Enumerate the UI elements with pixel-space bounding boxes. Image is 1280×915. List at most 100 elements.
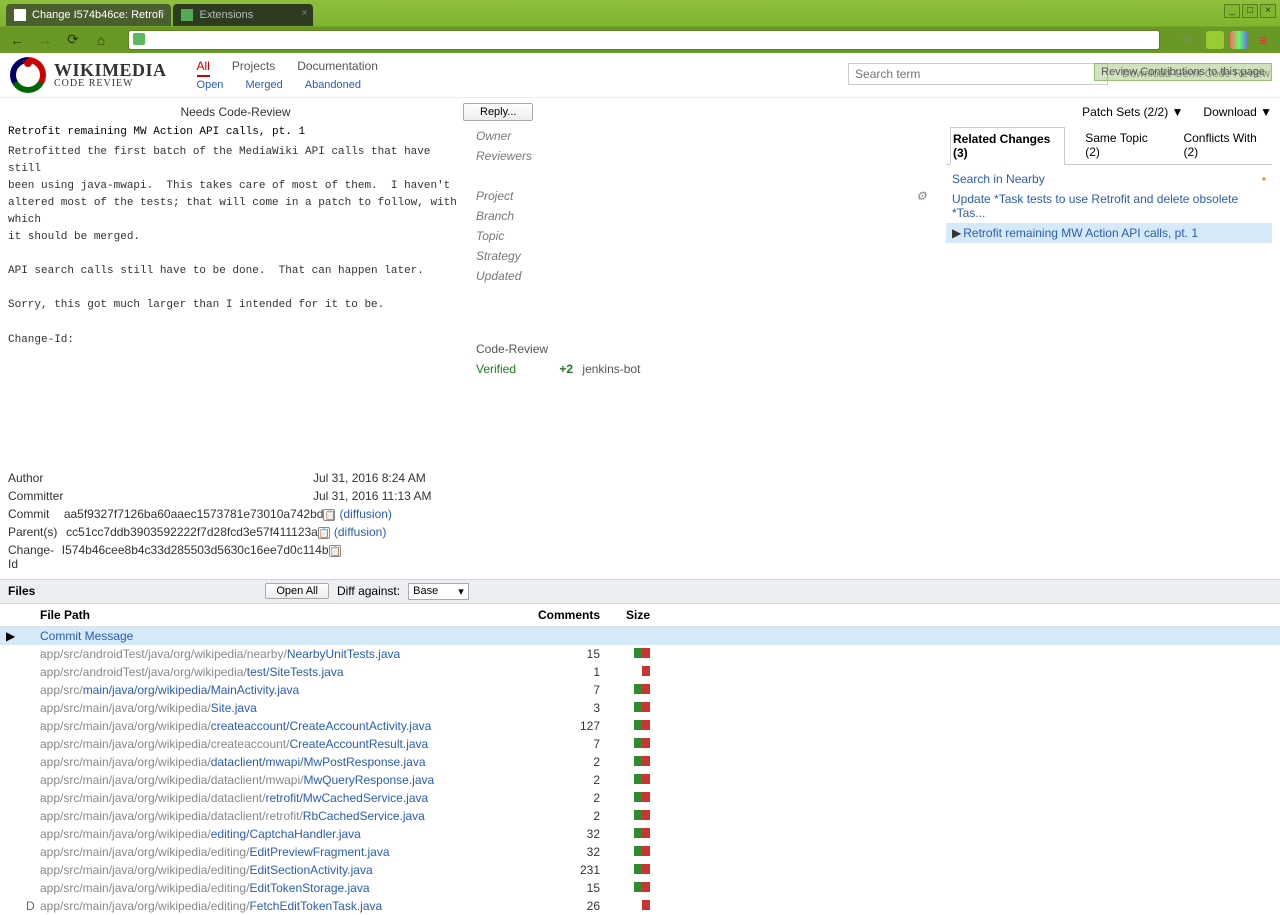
file-row[interactable]: app/src/main/java/org/wikipedia/editing/… [0, 861, 1280, 879]
file-comments: 2 [520, 809, 600, 823]
file-comments: 15 [520, 881, 600, 895]
meta-topic: Topic [476, 229, 556, 243]
del-bar [642, 846, 650, 856]
nav-all[interactable]: All [197, 59, 210, 77]
file-comments: 32 [520, 827, 600, 841]
meta-project: Project [476, 189, 556, 203]
review-status: Needs Code-Review [8, 105, 463, 119]
del-bar [642, 774, 650, 784]
address-bar[interactable] [128, 30, 1160, 50]
file-row[interactable]: app/src/androidTest/java/org/wikipedia/t… [0, 663, 1280, 681]
file-row[interactable]: app/src/main/java/org/wikipedia/dataclie… [0, 789, 1280, 807]
file-row[interactable]: app/src/main/java/org/wikipedia/editing/… [0, 879, 1280, 897]
file-row[interactable]: app/src/main/java/org/wikipedia/createac… [0, 717, 1280, 735]
del-bar [642, 648, 650, 658]
file-row[interactable]: app/src/main/java/org/wikipedia/Site.jav… [0, 699, 1280, 717]
open-all-button[interactable]: Open All [265, 583, 329, 599]
file-row[interactable]: app/src/androidTest/java/org/wikipedia/n… [0, 645, 1280, 663]
minimize-icon[interactable]: _ [1224, 4, 1240, 18]
maximize-icon[interactable]: □ [1242, 4, 1258, 18]
score-label: +2 [559, 362, 573, 376]
file-row[interactable]: app/src/main/java/org/wikipedia/dataclie… [0, 771, 1280, 789]
bot-name: jenkins-bot [582, 362, 640, 376]
nav-documentation[interactable]: Documentation [297, 59, 378, 77]
file-row[interactable]: app/src/main/java/org/wikipedia/createac… [0, 735, 1280, 753]
file-row[interactable]: Dapp/src/main/java/org/wikipedia/editing… [0, 897, 1280, 915]
file-size [600, 791, 650, 805]
home-icon[interactable]: ⌂ [92, 31, 110, 49]
file-row[interactable]: app/src/main/java/org/wikipedia/dataclie… [0, 753, 1280, 771]
search-input[interactable] [848, 63, 1108, 85]
file-path-prefix: app/src/main/java/org/wikipedia/ [40, 755, 211, 769]
file-path-prefix: app/src/main/java/org/wikipedia/editing/ [40, 881, 249, 895]
gear-icon[interactable]: ⚙ [916, 189, 930, 203]
logo[interactable]: WIKIMEDIA CODE REVIEW [10, 57, 167, 93]
file-path-name: MwQueryResponse.java [303, 773, 434, 787]
file-path-name: retrofit/MwCachedService.java [265, 791, 428, 805]
subnav-open[interactable]: Open [197, 79, 224, 91]
file-size [600, 719, 650, 733]
clipboard-icon[interactable]: 📋 [323, 509, 335, 521]
col-size: Size [600, 608, 650, 622]
related-list: Search in Nearby Update *Task tests to u… [946, 169, 1272, 243]
file-path-prefix: app/src/main/java/org/wikipedia/createac… [40, 737, 289, 751]
reload-icon[interactable]: ⟳ [64, 31, 82, 49]
del-bar [642, 684, 650, 694]
code-review-section: Code-Review Verified +2 jenkins-bot [476, 336, 930, 376]
file-path-prefix: app/src/main/java/org/wikipedia/ [40, 719, 211, 733]
extension-icon[interactable] [1206, 31, 1224, 49]
file-row[interactable]: ▶Commit Message [0, 627, 1280, 645]
download-dropdown[interactable]: Download ▼ [1203, 105, 1272, 119]
close-icon[interactable]: × [1260, 4, 1276, 18]
tab-conflicts-with[interactable]: Conflicts With (2) [1181, 127, 1272, 165]
related-item[interactable]: Search in Nearby [946, 169, 1272, 189]
diffusion-link[interactable]: (diffusion) [339, 507, 391, 521]
extension-icon[interactable] [1230, 31, 1248, 49]
add-bar [634, 810, 642, 820]
clipboard-icon[interactable]: 📋 [318, 527, 330, 539]
file-path-prefix: app/src/main/java/org/wikipedia/dataclie… [40, 791, 265, 805]
nav-projects[interactable]: Projects [232, 59, 275, 77]
file-size [600, 827, 650, 841]
file-comments: 2 [520, 773, 600, 787]
favicon [181, 9, 193, 21]
related-item[interactable]: Update *Task tests to use Retrofit and d… [946, 189, 1272, 223]
file-row[interactable]: app/src/main/java/org/wikipedia/dataclie… [0, 807, 1280, 825]
menu-icon[interactable]: ≡ [1254, 31, 1272, 49]
file-row[interactable]: app/src/main/java/org/wikipedia/editing/… [0, 843, 1280, 861]
clipboard-icon[interactable]: 📋 [329, 545, 341, 557]
diffusion-link[interactable]: (diffusion) [334, 525, 386, 539]
meta-list: Owner Reviewers Project⚙ Branch Topic St… [476, 126, 930, 286]
file-row[interactable]: app/src/main/java/org/wikipedia/MainActi… [0, 681, 1280, 699]
subnav-abandoned[interactable]: Abandoned [305, 79, 361, 91]
file-row[interactable]: app/src/main/java/org/wikipedia/editing/… [0, 825, 1280, 843]
nav-bar: ← → ⟳ ⌂ ☆ ≡ [0, 26, 1280, 53]
file-size [600, 845, 650, 859]
main: Needs Code-Review Reply... Patch Sets (2… [0, 98, 1280, 915]
tab-related-changes[interactable]: Related Changes (3) [950, 127, 1065, 165]
tab-same-topic[interactable]: Same Topic (2) [1083, 127, 1163, 165]
file-size [600, 665, 650, 679]
delete-flag: D [26, 899, 35, 913]
file-comments: 2 [520, 755, 600, 769]
browser-tab[interactable]: Extensions × [173, 4, 313, 26]
patchsets-dropdown[interactable]: Patch Sets (2/2) ▼ [1082, 105, 1183, 119]
add-bar [634, 828, 642, 838]
browser-tab[interactable]: Change I574b46ce: Retrofi × [6, 4, 171, 26]
del-bar [642, 738, 650, 748]
arrow-icon: ▶ [6, 629, 15, 643]
close-icon[interactable]: × [160, 8, 166, 19]
add-bar [634, 882, 642, 892]
related-item[interactable]: ▶Retrofit remaining MW Action API calls,… [946, 223, 1272, 243]
close-icon[interactable]: × [302, 8, 308, 19]
file-path-name: FetchEditTokenTask.java [249, 899, 382, 913]
file-path-name: createaccount/CreateAccountActivity.java [211, 719, 432, 733]
file-path-name: dataclient/mwapi/MwPostResponse.java [211, 755, 426, 769]
back-icon[interactable]: ← [8, 31, 26, 49]
subnav-merged[interactable]: Merged [245, 79, 282, 91]
diff-base-select[interactable]: Base▾ [408, 583, 469, 600]
reply-button[interactable]: Reply... [463, 103, 533, 121]
forward-icon[interactable]: → [36, 31, 54, 49]
author-table: AuthorJul 31, 2016 8:24 AM CommitterJul … [8, 469, 463, 573]
star-icon[interactable]: ☆ [1178, 31, 1196, 49]
